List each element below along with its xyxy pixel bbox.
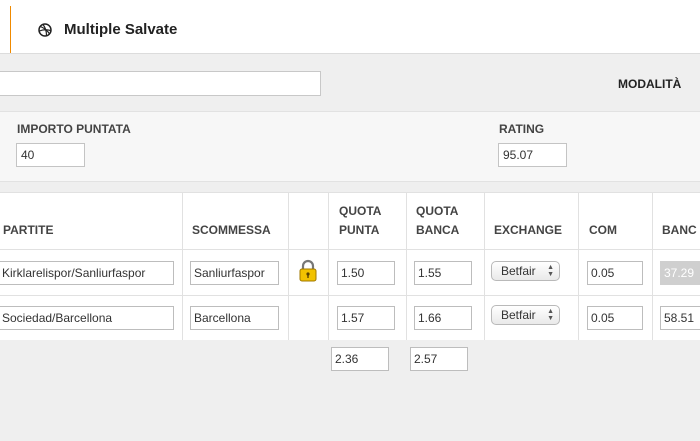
col-divider bbox=[484, 192, 485, 340]
row1-exchange-select[interactable]: Betfair ▲ ▼ bbox=[491, 261, 560, 281]
row1-exchange-value: Betfair bbox=[501, 264, 536, 278]
col-divider bbox=[652, 192, 653, 340]
row2-quota-punta-field[interactable]: 1.57 bbox=[337, 306, 395, 330]
dribbble-icon bbox=[38, 23, 52, 37]
rating-field[interactable]: 95.07 bbox=[498, 143, 567, 167]
row1-partite-field[interactable]: Kirklarelispor/Sanliurfaspor bbox=[0, 261, 174, 285]
row1-quota-punta-field[interactable]: 1.50 bbox=[337, 261, 395, 285]
col-divider bbox=[328, 192, 329, 340]
row2-banca-field[interactable]: 58.51 bbox=[660, 306, 700, 330]
header-quota-punta-line2: PUNTA bbox=[339, 223, 380, 237]
modalita-label: MODALITÀ bbox=[618, 77, 682, 91]
header-exchange: EXCHANGE bbox=[494, 223, 563, 237]
lock-icon[interactable] bbox=[298, 259, 318, 283]
row-divider bbox=[0, 295, 700, 296]
tab-multiple-salvate[interactable]: Multiple Salvate bbox=[64, 21, 177, 38]
col-divider bbox=[288, 192, 289, 340]
updown-arrows-icon: ▲ ▼ bbox=[547, 308, 554, 322]
importo-puntata-label: IMPORTO PUNTATA bbox=[17, 122, 131, 136]
col-divider bbox=[182, 192, 183, 340]
total-quota-banca-field: 2.57 bbox=[410, 347, 468, 371]
row2-com-field[interactable]: 0.05 bbox=[587, 306, 643, 330]
rating-label: RATING bbox=[499, 122, 545, 136]
row1-com-field[interactable]: 0.05 bbox=[587, 261, 643, 285]
header-partite: PARTITE bbox=[3, 223, 54, 237]
tab-accent-divider bbox=[10, 6, 11, 53]
header-quota-banca-line2: BANCA bbox=[416, 223, 460, 237]
row1-scommessa-field[interactable]: Sanliurfaspor bbox=[190, 261, 279, 285]
col-divider bbox=[406, 192, 407, 340]
importo-puntata-field[interactable]: 40 bbox=[16, 143, 85, 167]
search-input[interactable] bbox=[0, 71, 321, 96]
row2-scommessa-field[interactable]: Barcellona bbox=[190, 306, 279, 330]
col-divider bbox=[578, 192, 579, 340]
row2-quota-banca-field[interactable]: 1.66 bbox=[414, 306, 472, 330]
row2-partite-field[interactable]: Sociedad/Barcellona bbox=[0, 306, 174, 330]
row1-quota-banca-field[interactable]: 1.55 bbox=[414, 261, 472, 285]
row1-banca-field: 37.29 bbox=[660, 261, 700, 285]
header-quota-banca-line1: QUOTA bbox=[416, 204, 459, 218]
table-top-border bbox=[0, 192, 700, 193]
header-quota-punta-line1: QUOTA bbox=[339, 204, 382, 218]
header-scommessa: SCOMMESSA bbox=[192, 223, 271, 237]
total-quota-punta-field: 2.36 bbox=[331, 347, 389, 371]
row2-exchange-value: Betfair bbox=[501, 308, 536, 322]
row2-exchange-select[interactable]: Betfair ▲ ▼ bbox=[491, 305, 560, 325]
header-banca: BANC bbox=[662, 223, 697, 237]
updown-arrows-icon: ▲ ▼ bbox=[547, 264, 554, 278]
header-com: COM bbox=[589, 223, 617, 237]
header-bottom-border bbox=[0, 249, 700, 250]
